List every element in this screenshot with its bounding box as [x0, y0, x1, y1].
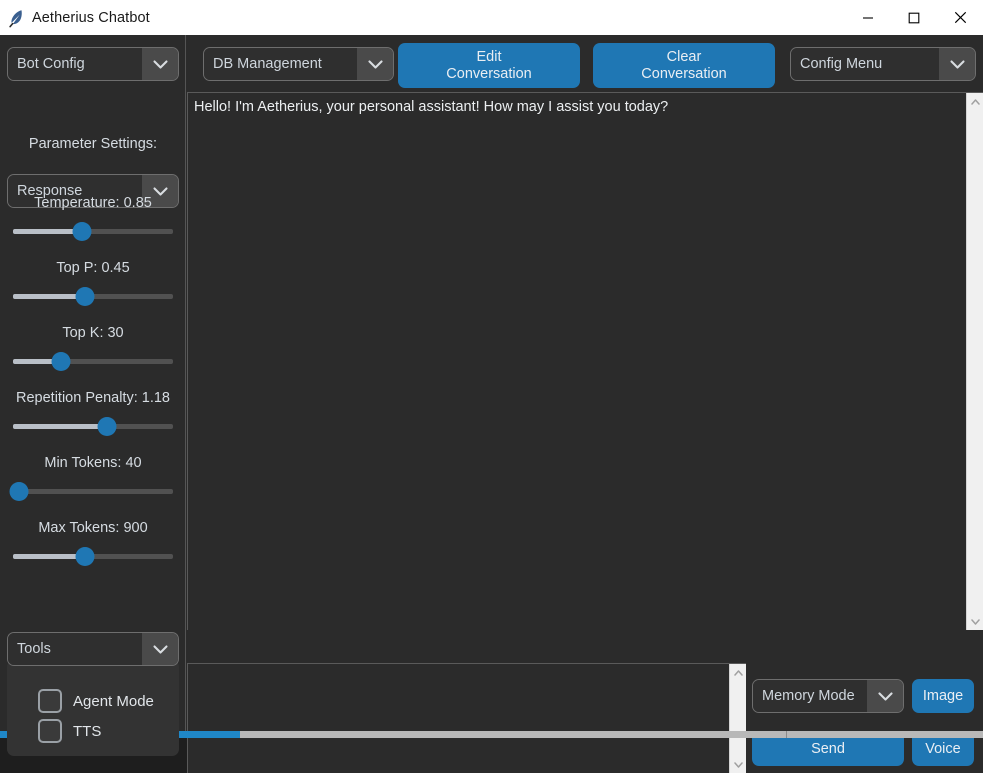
chevron-down-icon[interactable]: [730, 756, 747, 773]
maximize-button[interactable]: [891, 0, 937, 35]
slider-repetition-penalty-track[interactable]: [13, 416, 173, 436]
memory-mode-label: Memory Mode: [753, 680, 867, 712]
agent-mode-label: Agent Mode: [73, 692, 154, 710]
slider-top-p-track[interactable]: [13, 286, 173, 306]
tools-panel: Agent Mode TTS: [7, 660, 179, 756]
agent-mode-checkbox[interactable]: [38, 689, 62, 713]
bottom-strip-divider: [786, 731, 787, 738]
chevron-down-icon[interactable]: [142, 633, 178, 665]
slider-top-p: Top P: 0.45: [0, 260, 186, 306]
chat-message: Hello! I'm Aetherius, your personal assi…: [194, 99, 669, 115]
minimize-button[interactable]: [845, 0, 891, 35]
slider-top-p-label: Top P: 0.45: [56, 260, 130, 276]
slider-fill: [13, 554, 85, 559]
checkbox-row-agent-mode[interactable]: Agent Mode: [7, 686, 179, 716]
slider-temperature-handle[interactable]: [72, 222, 92, 241]
db-management-dropdown[interactable]: DB Management: [203, 47, 394, 81]
message-input-area[interactable]: [187, 663, 746, 773]
chevron-down-icon[interactable]: [357, 48, 393, 80]
window-titlebar: Aetherius Chatbot: [0, 0, 983, 35]
slider-groove: [13, 489, 173, 494]
checkbox-row-tts[interactable]: TTS: [7, 716, 179, 746]
slider-top-k-handle[interactable]: [51, 352, 71, 371]
chevron-down-icon[interactable]: [142, 48, 178, 80]
slider-min-tokens-label: Min Tokens: 40: [44, 455, 142, 471]
close-button[interactable]: [937, 0, 983, 35]
slider-top-k: Top K: 30: [0, 325, 186, 371]
slider-temperature-label: Temperature: 0.85: [34, 195, 152, 211]
tts-label: TTS: [73, 722, 102, 740]
input-scrollbar[interactable]: [729, 664, 746, 773]
slider-max-tokens-label: Max Tokens: 900: [38, 520, 148, 536]
slider-min-tokens: Min Tokens: 40: [0, 455, 186, 501]
tools-label: Tools: [8, 633, 142, 665]
db-management-label: DB Management: [204, 48, 357, 80]
action-controls: Memory Mode Image Send Voice: [746, 663, 983, 773]
chevron-down-icon[interactable]: [867, 680, 903, 712]
memory-mode-dropdown[interactable]: Memory Mode: [752, 679, 904, 713]
slider-top-k-track[interactable]: [13, 351, 173, 371]
slider-repetition-penalty-label: Repetition Penalty: 1.18: [16, 390, 170, 406]
conversation-scrollbar[interactable]: [966, 93, 983, 630]
slider-max-tokens: Max Tokens: 900: [0, 520, 186, 566]
slider-fill: [13, 424, 108, 429]
clear-conversation-button[interactable]: Clear Conversation: [593, 43, 775, 88]
chevron-up-icon[interactable]: [967, 93, 983, 110]
parameter-settings-label: Parameter Settings:: [28, 136, 158, 152]
left-sidebar: Bot Config Parameter Settings: Response …: [0, 35, 186, 756]
slider-top-p-handle[interactable]: [75, 287, 95, 306]
edit-conversation-button[interactable]: Edit Conversation: [398, 43, 580, 88]
slider-min-tokens-track[interactable]: [9, 481, 173, 501]
bot-config-dropdown[interactable]: Bot Config: [7, 47, 179, 81]
top-toolbar: DB Management Edit Conversation Clear Co…: [187, 35, 983, 92]
tts-checkbox[interactable]: [38, 719, 62, 743]
slider-repetition-penalty-handle[interactable]: [97, 417, 117, 436]
config-menu-dropdown[interactable]: Config Menu: [790, 47, 976, 81]
chevron-up-icon[interactable]: [730, 664, 747, 681]
feather-icon: [0, 0, 32, 35]
chevron-down-icon[interactable]: [939, 48, 975, 80]
slider-repetition-penalty: Repetition Penalty: 1.18: [0, 390, 186, 436]
slider-min-tokens-handle[interactable]: [9, 482, 29, 501]
slider-max-tokens-track[interactable]: [13, 546, 173, 566]
slider-top-k-label: Top K: 30: [62, 325, 124, 341]
tools-dropdown[interactable]: Tools: [7, 632, 179, 666]
slider-temperature: Temperature: 0.85: [0, 195, 186, 241]
conversation-display[interactable]: Hello! I'm Aetherius, your personal assi…: [187, 92, 983, 630]
image-button[interactable]: Image: [912, 679, 974, 713]
slider-max-tokens-handle[interactable]: [75, 547, 95, 566]
application-body: Bot Config Parameter Settings: Response …: [0, 35, 983, 773]
slider-fill: [13, 294, 85, 299]
window-title: Aetherius Chatbot: [32, 9, 150, 26]
slider-temperature-track[interactable]: [13, 221, 173, 241]
message-input[interactable]: [188, 664, 730, 773]
bot-config-label: Bot Config: [8, 48, 142, 80]
config-menu-label: Config Menu: [791, 48, 939, 80]
chevron-down-icon[interactable]: [967, 613, 983, 630]
